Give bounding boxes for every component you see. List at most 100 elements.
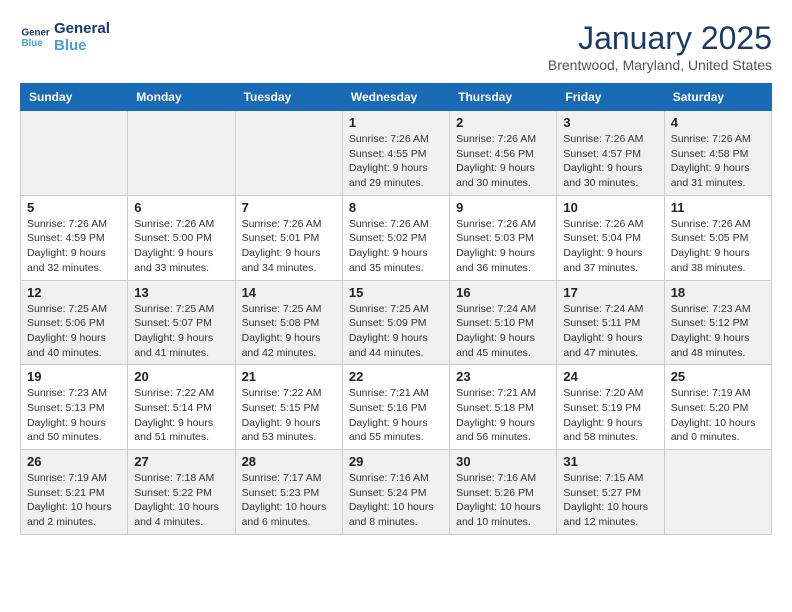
day-info: Sunrise: 7:26 AM Sunset: 4:57 PM Dayligh… (563, 132, 657, 191)
calendar-cell: 30 Sunrise: 7:16 AM Sunset: 5:26 PM Dayli… (450, 450, 557, 535)
day-info: Sunrise: 7:20 AM Sunset: 5:19 PM Dayligh… (563, 386, 657, 445)
calendar-cell: 1 Sunrise: 7:26 AM Sunset: 4:55 PM Daylig… (342, 111, 449, 196)
day-number: 30 (456, 454, 550, 469)
day-info: Sunrise: 7:22 AM Sunset: 5:14 PM Dayligh… (134, 386, 228, 445)
calendar-week-row: 5 Sunrise: 7:26 AM Sunset: 4:59 PM Daylig… (21, 195, 772, 280)
location: Brentwood, Maryland, United States (548, 57, 772, 73)
calendar-cell: 28 Sunrise: 7:17 AM Sunset: 5:23 PM Dayli… (235, 450, 342, 535)
calendar-cell: 31 Sunrise: 7:15 AM Sunset: 5:27 PM Dayli… (557, 450, 664, 535)
day-number: 27 (134, 454, 228, 469)
calendar-cell: 3Sunrise: 7:26 AM Sunset: 4:57 PM Daylig… (557, 111, 664, 196)
calendar: SundayMondayTuesdayWednesdayThursdayFrid… (20, 83, 772, 535)
day-number: 1 (349, 115, 443, 130)
day-info: Sunrise: 7:18 AM Sunset: 5:22 PM Dayligh… (134, 471, 228, 530)
day-number: 5 (27, 200, 121, 215)
calendar-cell: 11 Sunrise: 7:26 AM Sunset: 5:05 PM Dayli… (664, 195, 771, 280)
day-info: Sunrise: 7:25 AM Sunset: 5:08 PM Dayligh… (242, 302, 336, 361)
calendar-cell: 20Sunrise: 7:22 AM Sunset: 5:14 PM Dayli… (128, 365, 235, 450)
svg-text:General: General (22, 28, 51, 39)
day-number: 4 (671, 115, 765, 130)
title-area: January 2025 Brentwood, Maryland, United… (548, 20, 772, 73)
day-info: Sunrise: 7:22 AM Sunset: 5:15 PM Dayligh… (242, 386, 336, 445)
day-info: Sunrise: 7:15 AM Sunset: 5:27 PM Dayligh… (563, 471, 657, 530)
day-number: 10 (563, 200, 657, 215)
day-info: Sunrise: 7:26 AM Sunset: 4:55 PM Dayligh… (349, 132, 443, 191)
day-number: 11 (671, 200, 765, 215)
weekday-header: Monday (128, 84, 235, 111)
day-info: Sunrise: 7:26 AM Sunset: 4:56 PM Dayligh… (456, 132, 550, 191)
day-number: 16 (456, 285, 550, 300)
day-number: 14 (242, 285, 336, 300)
calendar-cell: 13Sunrise: 7:25 AM Sunset: 5:07 PM Dayli… (128, 280, 235, 365)
logo-line1: General (54, 20, 110, 37)
day-number: 28 (242, 454, 336, 469)
day-info: Sunrise: 7:26 AM Sunset: 5:04 PM Dayligh… (563, 217, 657, 276)
calendar-week-row: 12 Sunrise: 7:25 AM Sunset: 5:06 PM Dayli… (21, 280, 772, 365)
day-number: 24 (563, 369, 657, 384)
day-info: Sunrise: 7:23 AM Sunset: 5:12 PM Dayligh… (671, 302, 765, 361)
weekday-header: Wednesday (342, 84, 449, 111)
day-info: Sunrise: 7:26 AM Sunset: 5:03 PM Dayligh… (456, 217, 550, 276)
calendar-week-row: 26Sunrise: 7:19 AM Sunset: 5:21 PM Dayli… (21, 450, 772, 535)
calendar-cell: 25 Sunrise: 7:19 AM Sunset: 5:20 PM Dayli… (664, 365, 771, 450)
day-number: 26 (27, 454, 121, 469)
calendar-cell (235, 111, 342, 196)
calendar-cell: 21Sunrise: 7:22 AM Sunset: 5:15 PM Dayli… (235, 365, 342, 450)
day-info: Sunrise: 7:19 AM Sunset: 5:20 PM Dayligh… (671, 386, 765, 445)
day-info: Sunrise: 7:26 AM Sunset: 5:02 PM Dayligh… (349, 217, 443, 276)
calendar-cell: 8 Sunrise: 7:26 AM Sunset: 5:02 PM Daylig… (342, 195, 449, 280)
calendar-cell: 9 Sunrise: 7:26 AM Sunset: 5:03 PM Daylig… (450, 195, 557, 280)
calendar-header-row: SundayMondayTuesdayWednesdayThursdayFrid… (21, 84, 772, 111)
day-number: 29 (349, 454, 443, 469)
day-number: 22 (349, 369, 443, 384)
day-number: 19 (27, 369, 121, 384)
day-number: 7 (242, 200, 336, 215)
day-info: Sunrise: 7:26 AM Sunset: 5:01 PM Dayligh… (242, 217, 336, 276)
day-info: Sunrise: 7:21 AM Sunset: 5:16 PM Dayligh… (349, 386, 443, 445)
day-number: 2 (456, 115, 550, 130)
calendar-cell: 7 Sunrise: 7:26 AM Sunset: 5:01 PM Daylig… (235, 195, 342, 280)
day-number: 17 (563, 285, 657, 300)
day-number: 15 (349, 285, 443, 300)
calendar-cell: 10 Sunrise: 7:26 AM Sunset: 5:04 PM Dayli… (557, 195, 664, 280)
day-number: 18 (671, 285, 765, 300)
logo-line2: Blue (54, 37, 110, 54)
calendar-cell: 29Sunrise: 7:16 AM Sunset: 5:24 PM Dayli… (342, 450, 449, 535)
day-info: Sunrise: 7:24 AM Sunset: 5:10 PM Dayligh… (456, 302, 550, 361)
calendar-cell: 6 Sunrise: 7:26 AM Sunset: 5:00 PM Daylig… (128, 195, 235, 280)
day-info: Sunrise: 7:16 AM Sunset: 5:26 PM Dayligh… (456, 471, 550, 530)
calendar-cell: 4 Sunrise: 7:26 AM Sunset: 4:58 PM Daylig… (664, 111, 771, 196)
day-info: Sunrise: 7:25 AM Sunset: 5:07 PM Dayligh… (134, 302, 228, 361)
weekday-header: Tuesday (235, 84, 342, 111)
svg-text:Blue: Blue (22, 38, 44, 49)
weekday-header: Sunday (21, 84, 128, 111)
calendar-cell: 2 Sunrise: 7:26 AM Sunset: 4:56 PM Daylig… (450, 111, 557, 196)
calendar-cell: 19Sunrise: 7:23 AM Sunset: 5:13 PM Dayli… (21, 365, 128, 450)
day-number: 25 (671, 369, 765, 384)
calendar-cell: 14 Sunrise: 7:25 AM Sunset: 5:08 PM Dayli… (235, 280, 342, 365)
day-info: Sunrise: 7:26 AM Sunset: 4:59 PM Dayligh… (27, 217, 121, 276)
day-info: Sunrise: 7:26 AM Sunset: 5:05 PM Dayligh… (671, 217, 765, 276)
calendar-cell: 24 Sunrise: 7:20 AM Sunset: 5:19 PM Dayli… (557, 365, 664, 450)
weekday-header: Saturday (664, 84, 771, 111)
day-number: 23 (456, 369, 550, 384)
day-info: Sunrise: 7:17 AM Sunset: 5:23 PM Dayligh… (242, 471, 336, 530)
calendar-cell: 18 Sunrise: 7:23 AM Sunset: 5:12 PM Dayli… (664, 280, 771, 365)
weekday-header: Thursday (450, 84, 557, 111)
calendar-week-row: 19Sunrise: 7:23 AM Sunset: 5:13 PM Dayli… (21, 365, 772, 450)
day-info: Sunrise: 7:26 AM Sunset: 4:58 PM Dayligh… (671, 132, 765, 191)
day-info: Sunrise: 7:21 AM Sunset: 5:18 PM Dayligh… (456, 386, 550, 445)
logo: General Blue General Blue (20, 20, 110, 54)
day-number: 9 (456, 200, 550, 215)
day-number: 8 (349, 200, 443, 215)
day-number: 6 (134, 200, 228, 215)
day-info: Sunrise: 7:24 AM Sunset: 5:11 PM Dayligh… (563, 302, 657, 361)
month-year: January 2025 (548, 20, 772, 57)
day-info: Sunrise: 7:25 AM Sunset: 5:06 PM Dayligh… (27, 302, 121, 361)
calendar-cell (664, 450, 771, 535)
day-number: 31 (563, 454, 657, 469)
logo-icon: General Blue (20, 22, 50, 52)
calendar-cell (128, 111, 235, 196)
day-number: 12 (27, 285, 121, 300)
day-info: Sunrise: 7:26 AM Sunset: 5:00 PM Dayligh… (134, 217, 228, 276)
